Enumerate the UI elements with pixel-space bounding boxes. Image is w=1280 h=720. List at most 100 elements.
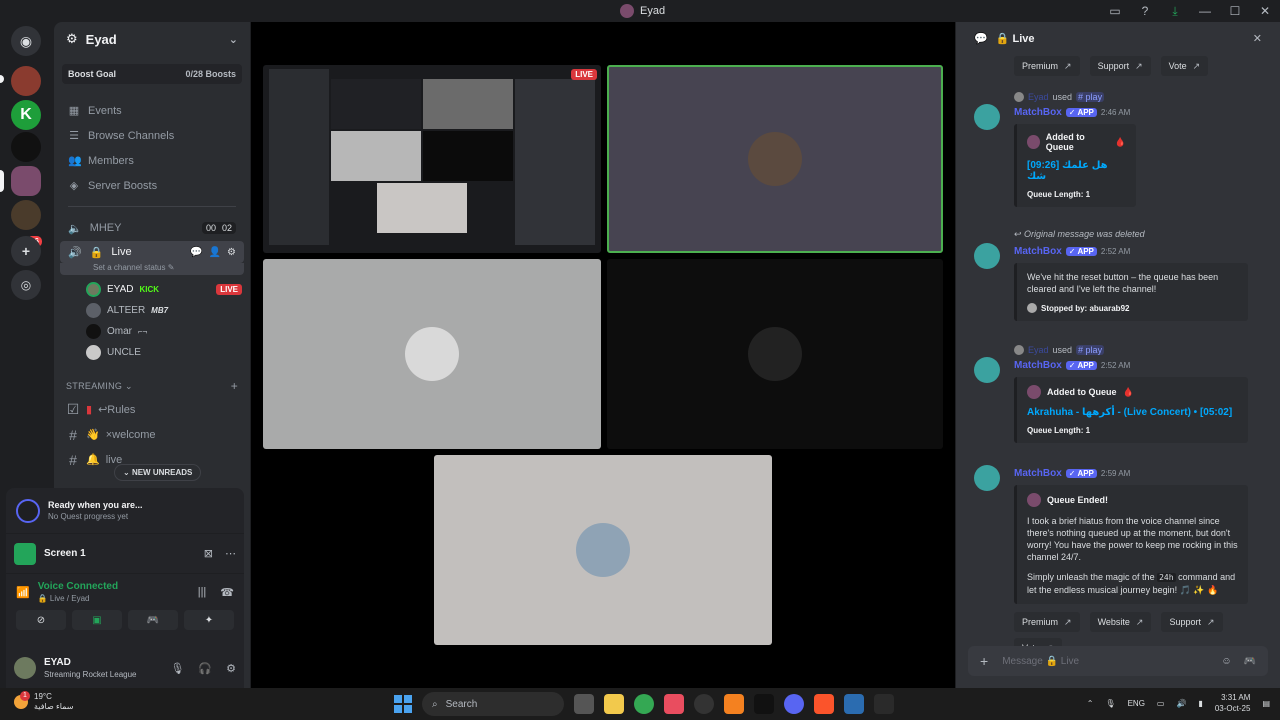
discord-icon[interactable] — [784, 694, 804, 714]
nav-browse-channels[interactable]: ☰ Browse Channels — [54, 123, 250, 148]
video-tile[interactable] — [434, 455, 772, 645]
camera-button[interactable]: ⊘ — [16, 610, 66, 630]
video-tile[interactable] — [607, 259, 943, 449]
support-link-button[interactable]: Support ↗ — [1089, 56, 1151, 76]
support-link-button[interactable]: Support ↗ — [1161, 612, 1223, 632]
user-profile[interactable]: EYAD Streaming Rocket League 🎙 🎧 ⚙ — [6, 648, 244, 688]
speaker-icon: 🔈 — [68, 222, 82, 235]
server-settings-icon: ⚙ — [66, 31, 78, 46]
tiktok-icon[interactable] — [754, 694, 774, 714]
bot-avatar[interactable] — [974, 104, 1000, 130]
bot-avatar[interactable] — [974, 465, 1000, 491]
help-icon[interactable]: ? — [1130, 4, 1160, 18]
voice-user[interactable]: UNCLE — [54, 342, 250, 363]
share-screen-button[interactable]: ▣ — [72, 610, 122, 630]
nav-server-boosts[interactable]: ◈ Server Boosts — [54, 173, 250, 198]
server-icon-eyad[interactable] — [11, 166, 41, 196]
boost-goal[interactable]: Boost Goal 0/28 Boosts — [62, 64, 242, 84]
gear-icon[interactable]: ⚙ — [227, 247, 236, 258]
voice-user[interactable]: EYAD KICK LIVE — [54, 279, 250, 300]
noise-suppression-icon[interactable]: ||| — [198, 586, 207, 599]
close-icon[interactable]: ✕ — [1253, 32, 1262, 45]
brave-icon[interactable] — [814, 694, 834, 714]
bot-avatar[interactable] — [974, 357, 1000, 383]
invite-icon[interactable]: 👤 — [209, 247, 221, 258]
clock[interactable]: 3:31 AM 03-Oct-25 — [1215, 692, 1251, 714]
epic-games-icon[interactable] — [874, 694, 894, 714]
vote-link-button[interactable]: Vote↗ — [1160, 56, 1209, 76]
search-icon: ⌕ — [432, 698, 438, 710]
embed-link[interactable]: Akrahuha - أكرهها - (Live Concert) • [05… — [1027, 407, 1238, 418]
battery-icon[interactable]: ▮ — [1198, 699, 1202, 708]
minimize-button[interactable]: — — [1190, 4, 1220, 18]
mic-icon[interactable]: 🎙 — [170, 662, 184, 675]
chevron-up-icon[interactable]: ⌃ — [1087, 699, 1094, 708]
message-input[interactable]: + Message 🔒 Live ☺ 🎮 — [968, 646, 1268, 676]
voice-channel-mhey[interactable]: 🔈 MHEY 00 02 — [54, 215, 250, 241]
website-link-button[interactable]: Website ↗ — [1089, 612, 1152, 632]
discord-home-icon[interactable]: ◉ — [11, 26, 41, 56]
activity-button[interactable]: 🎮 — [128, 610, 178, 630]
quest-banner[interactable]: Ready when you are... No Quest progress y… — [6, 488, 244, 534]
nav-members[interactable]: 👥 Members — [54, 148, 250, 173]
inbox-icon[interactable]: ▭ — [1100, 4, 1130, 18]
voice-connected-panel: 📶 Voice Connected 🔒 Live / Eyad ||| ☎ — [16, 581, 234, 603]
cloud-app-icon[interactable] — [724, 694, 744, 714]
category-streaming[interactable]: STREAMING ⌄ + — [54, 375, 250, 397]
selected-pill — [0, 170, 4, 192]
emoji-icon[interactable]: ☺ — [1221, 656, 1231, 667]
video-tile-speaking[interactable] — [607, 65, 943, 253]
channel-status[interactable]: Set a channel status ✎ — [60, 263, 244, 275]
volume-icon[interactable]: 🔊 — [1176, 699, 1186, 708]
voice-user[interactable]: ALTEER MB7 — [54, 300, 250, 321]
add-server-icon[interactable]: + — [11, 236, 41, 266]
soundboard-button[interactable]: ✦ — [184, 610, 234, 630]
network-icon[interactable]: ▭ — [1157, 699, 1165, 708]
channel-welcome[interactable]: # 👋 ×welcome — [54, 422, 250, 447]
search-input[interactable]: ⌕ Search — [422, 692, 564, 716]
voice-channel-live[interactable]: 🔊 🔒 Live 💬 👤 ⚙ — [60, 241, 244, 263]
bot-avatar[interactable] — [974, 243, 1000, 269]
server-header[interactable]: ⚙ Eyad ⌄ — [54, 22, 250, 56]
channel-rules[interactable]: ☑ ▮ ↩Rules — [54, 397, 250, 422]
activity-icon[interactable]: 🎮 — [1244, 656, 1256, 667]
kick-server-icon[interactable]: K — [11, 100, 41, 130]
video-tile[interactable] — [263, 259, 601, 449]
server-icon-5[interactable] — [11, 200, 41, 230]
stop-stream-icon[interactable]: ⊠ — [204, 547, 213, 560]
download-icon[interactable]: ⤓ — [1160, 4, 1190, 19]
add-attachment-icon[interactable]: + — [980, 653, 988, 669]
server-icon-3[interactable] — [11, 132, 41, 162]
live-badge: LIVE — [571, 69, 597, 80]
new-unreads-button[interactable]: ⌄ NEW UNREADS — [114, 464, 202, 481]
voice-user[interactable]: Omar ⌐¬ — [54, 321, 250, 342]
user-panel: Ready when you are... No Quest progress y… — [6, 488, 244, 688]
shield-app-icon[interactable] — [844, 694, 864, 714]
notifications-icon[interactable]: ▤ — [1262, 699, 1270, 708]
task-view-icon[interactable] — [574, 694, 594, 714]
embed-link[interactable]: [09:26] هل علمك شك — [1027, 160, 1126, 182]
premium-link-button[interactable]: Premium ↗ — [1014, 56, 1080, 76]
chrome-icon[interactable] — [634, 694, 654, 714]
stream-tile[interactable]: LIVE — [263, 65, 601, 253]
language-indicator[interactable]: ENG — [1128, 699, 1145, 708]
nav-events[interactable]: ▦ Events — [54, 98, 250, 123]
close-window-button[interactable]: ✕ — [1250, 4, 1280, 18]
premium-link-button[interactable]: Premium ↗ — [1014, 612, 1080, 632]
obs-icon[interactable] — [694, 694, 714, 714]
chat-icon[interactable]: 💬 — [190, 247, 202, 258]
headphones-icon[interactable]: 🎧 — [198, 662, 212, 675]
disconnect-icon[interactable]: ☎ — [220, 586, 234, 599]
screen-share-icon — [14, 542, 36, 565]
app-icon[interactable] — [664, 694, 684, 714]
add-channel-icon[interactable]: + — [231, 379, 238, 393]
mic-icon[interactable]: 🎙 — [1105, 699, 1115, 708]
voice-chat-panel: 💬 🔒 Live ✕ Premium ↗ Support ↗ Vote ↗ Eyad u… — [956, 22, 1280, 688]
gear-icon[interactable]: ⚙ — [226, 662, 236, 675]
server-icon-1[interactable] — [11, 66, 41, 96]
file-explorer-icon[interactable] — [604, 694, 624, 714]
start-button[interactable] — [394, 695, 412, 713]
discover-icon[interactable]: ◎ — [11, 270, 41, 300]
more-icon[interactable]: ⋯ — [225, 547, 236, 560]
maximize-button[interactable]: ☐ — [1220, 4, 1250, 18]
